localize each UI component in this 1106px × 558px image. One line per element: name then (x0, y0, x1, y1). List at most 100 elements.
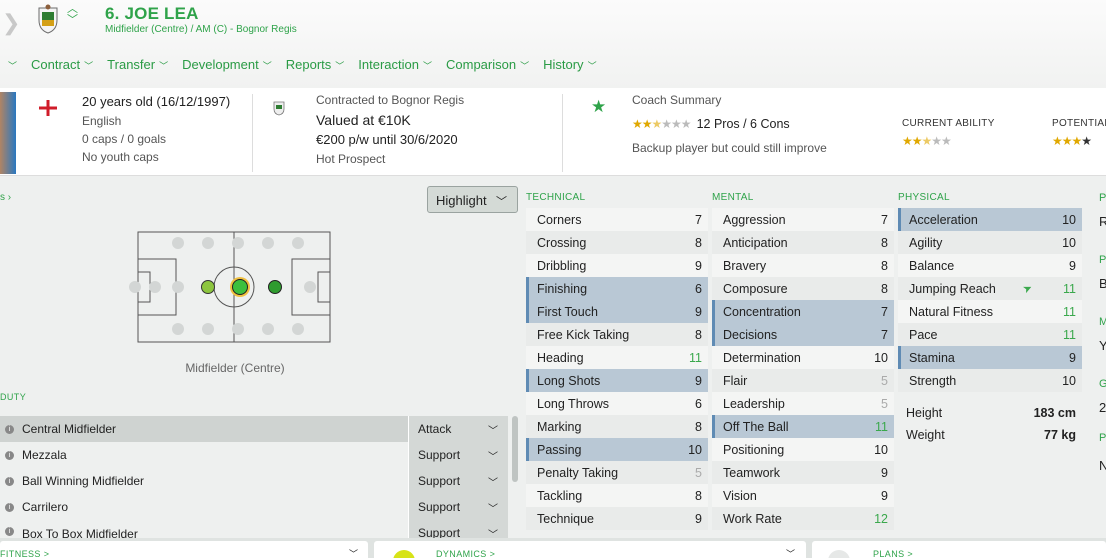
contracted-to[interactable]: Contracted to Bognor Regis (316, 91, 464, 109)
attribute-row[interactable]: Passing 10 (526, 438, 708, 461)
role-row[interactable]: i Mezzala Support ﹀ (0, 442, 508, 468)
attribute-row[interactable]: Anticipation 8 (712, 231, 894, 254)
info-icon[interactable]: i (5, 476, 14, 486)
duty-dropdown[interactable]: Support ﹀ (408, 494, 508, 520)
attribute-row[interactable]: Strength 10 (898, 369, 1082, 392)
info-icon[interactable]: i (5, 527, 14, 536)
attribute-row[interactable]: Long Shots 9 (526, 369, 708, 392)
duty-dropdown[interactable]: Support ﹀ (408, 442, 508, 468)
role-row[interactable]: i Central Midfielder Attack ﹀ (0, 416, 508, 442)
england-flag-icon (39, 100, 57, 116)
attribute-name: Aggression (723, 212, 786, 227)
attribute-row[interactable]: Long Throws 6 (526, 392, 708, 415)
chevron-down-icon: ﹀ (488, 478, 498, 489)
attribute-row[interactable]: Concentration 7 (712, 300, 894, 323)
attribute-row[interactable]: Crossing 8 (526, 231, 708, 254)
fitness-panel[interactable] (0, 541, 368, 558)
info-icon[interactable]: i (5, 502, 14, 512)
attribute-name: Finishing (537, 281, 588, 296)
role-row[interactable]: i Box To Box Midfielder Support ﹀ (0, 520, 508, 538)
attribute-name: Teamwork (723, 465, 780, 480)
attribute-row[interactable]: Vision 9 (712, 484, 894, 507)
attribute-row[interactable]: Free Kick Taking 8 (526, 323, 708, 346)
dynamics-panel-title[interactable]: DYNAMICS > (436, 549, 495, 558)
attribute-row[interactable]: Acceleration 10 (898, 208, 1082, 231)
duty-dropdown[interactable]: Attack ﹀ (408, 416, 508, 442)
attribute-row[interactable]: Technique 9 (526, 507, 708, 530)
menu-reports[interactable]: Reports ﹀ (286, 57, 345, 72)
attribute-row[interactable]: Jumping Reach ➤ 11 (898, 277, 1082, 300)
role-row[interactable]: i Carrilero Support ﹀ (0, 494, 508, 520)
plans-panel-title[interactable]: PLANS > (873, 549, 913, 558)
attribute-name: Concentration (723, 304, 801, 319)
player-nav-arrows[interactable]: ︿ ﹀ (67, 4, 78, 26)
player-caps: 0 caps / 0 goals (82, 132, 167, 146)
role-name: Ball Winning Midfielder (22, 474, 145, 488)
player-portrait (0, 92, 16, 174)
back-chevron-icon[interactable]: ❯ (2, 10, 20, 36)
chevron-down-icon: ﹀ (262, 60, 272, 71)
info-icon[interactable]: i (5, 450, 14, 460)
menu-overview-dropdown[interactable]: ﹀ (4, 57, 17, 72)
attribute-row[interactable]: Penalty Taking 5 (526, 461, 708, 484)
role-name: Central Midfielder (22, 422, 117, 436)
attribute-value: 5 (695, 465, 702, 480)
info-icon[interactable]: i (5, 424, 14, 434)
roles-scrollbar[interactable] (512, 416, 518, 482)
attribute-row[interactable]: Dribbling 9 (526, 254, 708, 277)
attribute-row[interactable]: Determination 10 (712, 346, 894, 369)
attribute-row[interactable]: Off The Ball 11 (712, 415, 894, 438)
attribute-row[interactable]: Agility 10 (898, 231, 1082, 254)
coach-comment: Backup player but could still improve (632, 141, 827, 155)
attribute-row[interactable]: First Touch 9 (526, 300, 708, 323)
attribute-row[interactable]: Natural Fitness 11 (898, 300, 1082, 323)
attribute-row[interactable]: Aggression 7 (712, 208, 894, 231)
chevron-down-icon[interactable]: ﹀ (786, 547, 795, 558)
attribute-row[interactable]: Bravery 8 (712, 254, 894, 277)
current-ability-stars: ★★★★★ (902, 134, 952, 148)
attribute-row[interactable]: Marking 8 (526, 415, 708, 438)
attribute-row[interactable]: Pace 11 (898, 323, 1082, 346)
attribute-name: Bravery (723, 258, 767, 273)
attribute-row[interactable]: Heading 11 (526, 346, 708, 369)
attribute-row[interactable]: Work Rate 12 (712, 507, 894, 530)
attribute-row[interactable]: Decisions 7 (712, 323, 894, 346)
chevron-down-icon[interactable]: ﹀ (349, 547, 358, 558)
fitness-panel-title[interactable]: FITNESS > (0, 549, 49, 558)
duty-value: Support (418, 474, 461, 488)
menu-development[interactable]: Development ﹀ (182, 57, 272, 72)
right-panel-heading: P (1099, 254, 1106, 266)
menu-contract[interactable]: Contract ﹀ (31, 57, 93, 72)
weight-label: Weight (906, 428, 945, 442)
physical-attributes: Acceleration 10 Agility 10 Balance 9 Jumping R… (898, 208, 1082, 392)
attribute-row[interactable]: Teamwork 9 (712, 461, 894, 484)
attribute-row[interactable]: Positioning 10 (712, 438, 894, 461)
positions-link[interactable]: s › (0, 192, 11, 203)
menu-comparison[interactable]: Comparison ﹀ (446, 57, 529, 72)
attribute-name: Tackling (537, 488, 583, 503)
potential-label: POTENTIAL (1052, 118, 1106, 129)
coach-summary: Coach Summary ★★★★★★ 12 Pros / 6 Cons Ba… (632, 91, 892, 157)
attribute-row[interactable]: Balance 9 (898, 254, 1082, 277)
attribute-row[interactable]: Tackling 8 (526, 484, 708, 507)
divider (562, 94, 563, 172)
menu-transfer[interactable]: Transfer ﹀ (107, 57, 168, 72)
highlight-dropdown[interactable]: Highlight ﹀ (427, 186, 518, 213)
attribute-row[interactable]: Composure 8 (712, 277, 894, 300)
attribute-value: 5 (881, 396, 888, 411)
attribute-row[interactable]: Stamina 9 (898, 346, 1082, 369)
player-position-club[interactable]: Midfielder (Centre) / AM (C) - Bognor Re… (105, 24, 297, 35)
attribute-row[interactable]: Flair 5 (712, 369, 894, 392)
menu-interaction[interactable]: Interaction ﹀ (358, 57, 432, 72)
duty-dropdown[interactable]: Support ﹀ (408, 520, 508, 538)
attribute-row[interactable]: Finishing 6 (526, 277, 708, 300)
duty-dropdown[interactable]: Support ﹀ (408, 468, 508, 494)
attribute-row[interactable]: Leadership 5 (712, 392, 894, 415)
coach-pros-cons[interactable]: 12 Pros / 6 Cons (697, 115, 790, 133)
plans-panel[interactable] (812, 541, 1106, 558)
menu-history[interactable]: History ﹀ (543, 57, 596, 72)
role-row[interactable]: i Ball Winning Midfielder Support ﹀ (0, 468, 508, 494)
chevron-down-icon: ﹀ (335, 60, 345, 71)
player-youth-caps: No youth caps (82, 150, 159, 164)
attribute-row[interactable]: Corners 7 (526, 208, 708, 231)
